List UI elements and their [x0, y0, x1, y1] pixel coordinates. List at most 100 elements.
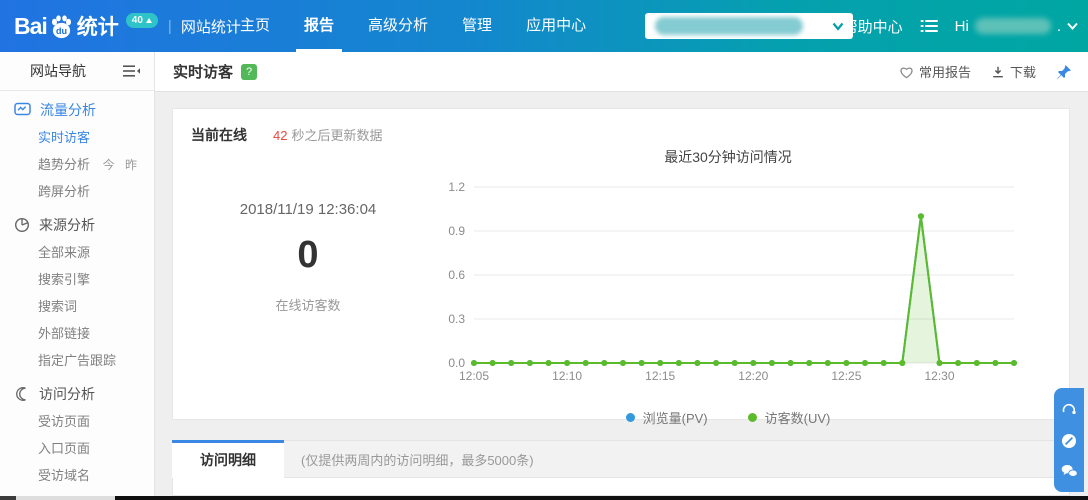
legend-item[interactable]: 访客数(UV) [747, 408, 831, 427]
download-icon [991, 65, 1005, 79]
svg-text:1.2: 1.2 [448, 180, 465, 194]
online-label: 当前在线 [191, 127, 247, 143]
svg-text:12:10: 12:10 [552, 369, 582, 383]
chat-button[interactable] [1061, 464, 1078, 478]
favorite-report-button[interactable]: 常用报告 [899, 62, 971, 81]
paw-icon: du [48, 13, 75, 40]
nav-app-center[interactable]: 应用中心 [526, 0, 586, 52]
help-question-badge[interactable]: ? [241, 63, 258, 80]
nav-advanced-analysis[interactable]: 高级分析 [368, 0, 428, 52]
group-label: 来源分析 [39, 216, 95, 233]
sidebar-item-ad-tracking[interactable]: 指定广告跟踪 [0, 347, 154, 374]
baidu-tongji-logo[interactable]: Bai du 统计 40 | 网站统计 [14, 0, 241, 52]
svg-text:0.6: 0.6 [448, 268, 465, 282]
logo-divider: | [167, 17, 172, 35]
sidebar-group-traffic-analysis[interactable]: 流量分析 [0, 95, 154, 124]
tab-visit-detail[interactable]: 访问明细 [172, 439, 284, 478]
chevron-down-icon [1067, 22, 1078, 30]
monitor-icon [14, 102, 31, 117]
help-center-link[interactable]: 帮助中心 [843, 16, 903, 37]
sidebar-item-entry-pages[interactable]: 入口页面 [0, 435, 154, 462]
svg-text:du: du [56, 26, 67, 36]
detail-tab-bar: 访问明细 (仅提供两周内的访问明细，最多5000条) [172, 439, 1070, 478]
logo-40-badge: 40 [125, 12, 158, 28]
sidebar-collapse-icon[interactable] [122, 64, 141, 78]
svg-text:12:30: 12:30 [924, 369, 954, 383]
refresh-countdown: 42 [273, 128, 288, 143]
user-menu[interactable]: Hi . [955, 18, 1078, 35]
sidebar-item-cross-screen-analysis[interactable]: 跨屏分析 [0, 178, 154, 205]
download-button[interactable]: 下载 [991, 62, 1036, 81]
page-header: 实时访客 ? 常用报告 下载 [155, 52, 1088, 92]
floating-toolbar [1054, 388, 1084, 492]
window-bottom-edge [0, 496, 1088, 500]
sidebar-item-external-links[interactable]: 外部链接 [0, 320, 154, 347]
online-visitors-stat: 2018/11/19 12:36:04 0 在线访客数 [173, 201, 443, 314]
logo-text-suffix: 统计 [76, 16, 119, 39]
nav-manage[interactable]: 管理 [462, 0, 492, 52]
pie-icon [14, 217, 30, 233]
greeting-text: Hi [954, 17, 969, 35]
site-selector-dropdown[interactable] [645, 13, 853, 39]
online-status-row: 当前在线 42 秒之后更新数据 [191, 125, 382, 145]
uv-legend-label: 访客数(UV) [764, 411, 831, 426]
service-headset-icon [1061, 402, 1077, 418]
heart-icon [899, 65, 914, 79]
legend-item[interactable]: 浏览量(PV) [625, 408, 708, 427]
group-label: 访问分析 [39, 385, 95, 402]
svg-text:0.9: 0.9 [448, 224, 465, 238]
sidebar: 网站导航 流量分析 实时访客 趋势分析 今 昨 跨屏分析 来源分析 全部来源 搜… [0, 52, 155, 496]
quick-link-today[interactable]: 今 [103, 158, 115, 172]
svg-text:12:20: 12:20 [738, 369, 768, 383]
online-visitor-count-label: 在线访客数 [275, 298, 341, 313]
page-header-actions: 常用报告 下载 [899, 62, 1072, 81]
chart-legend: 浏览量(PV) 访客数(UV) [428, 408, 1028, 427]
topbar: Bai du 统计 40 | 网站统计 主页 报告 高级分析 管理 应用中心 帮… [0, 0, 1088, 52]
sidebar-item-visited-domains[interactable]: 受访域名 [0, 462, 154, 489]
topbar-right: 帮助中心 Hi . [843, 0, 1078, 52]
pv-legend-dot [625, 413, 635, 422]
svg-text:12:15: 12:15 [645, 369, 675, 383]
sidebar-group-visit-analysis[interactable]: 访问分析 [0, 379, 154, 408]
nav-report[interactable]: 报告 [304, 0, 334, 52]
sidebar-item-visited-pages[interactable]: 受访页面 [0, 408, 154, 435]
page-title: 实时访客 [173, 64, 234, 81]
main-nav: 主页 报告 高级分析 管理 应用中心 [240, 0, 586, 52]
chat-bubbles-icon [1061, 464, 1078, 478]
refresh-countdown-suffix: 秒之后更新数据 [291, 128, 383, 143]
detail-note: (仅提供两周内的访问明细，最多5000条) [301, 452, 534, 468]
chart-title: 最近30分钟访问情况 [664, 149, 792, 165]
sidebar-item-search-terms[interactable]: 搜索词 [0, 293, 154, 320]
pencil-icon [1061, 433, 1077, 449]
sidebar-menu: 流量分析 实时访客 趋势分析 今 昨 跨屏分析 来源分析 全部来源 搜索引擎 搜… [0, 91, 154, 489]
realtime-chart: 最近30分钟访问情况 0.0 0.3 0.6 0.9 1.2 12:05 12:10 12:1… [428, 147, 1028, 427]
list-menu-icon[interactable] [920, 18, 938, 34]
sidebar-group-source-analysis[interactable]: 来源分析 [0, 210, 154, 239]
quick-link-yesterday[interactable]: 昨 [125, 158, 137, 172]
sidebar-item-all-sources[interactable]: 全部来源 [0, 239, 154, 266]
timestamp: 2018/11/19 12:36:04 [239, 201, 377, 218]
quick-links: 今 昨 [103, 158, 144, 172]
nav-home[interactable]: 主页 [240, 0, 270, 52]
sidebar-header-label: 网站导航 [30, 63, 86, 79]
sidebar-header: 网站导航 [0, 52, 154, 91]
username-redacted [974, 18, 1051, 34]
detail-table-body [172, 478, 1070, 496]
svg-text:0.0: 0.0 [448, 356, 465, 370]
svg-text:12:25: 12:25 [831, 369, 861, 383]
pv-legend-label: 浏览量(PV) [642, 411, 708, 426]
pin-button[interactable] [1056, 64, 1072, 80]
service-button[interactable] [1061, 402, 1077, 418]
feedback-button[interactable] [1061, 433, 1077, 449]
pin-icon [1056, 64, 1072, 80]
uv-legend-dot [747, 413, 757, 422]
content-area: 当前在线 42 秒之后更新数据 2018/11/19 12:36:04 0 在线… [155, 92, 1088, 496]
product-name: 网站统计 [180, 18, 241, 36]
group-label: 流量分析 [40, 101, 96, 118]
line-chart: 0.0 0.3 0.6 0.9 1.2 12:05 12:10 12:15 12:20 12:25… [428, 169, 1028, 406]
sidebar-item-search-engines[interactable]: 搜索引擎 [0, 266, 154, 293]
sidebar-item-trend-analysis[interactable]: 趋势分析 今 昨 [0, 151, 154, 178]
moon-icon [14, 386, 30, 402]
sidebar-item-realtime-visitors[interactable]: 实时访客 [0, 124, 154, 151]
svg-text:12:05: 12:05 [459, 369, 489, 383]
